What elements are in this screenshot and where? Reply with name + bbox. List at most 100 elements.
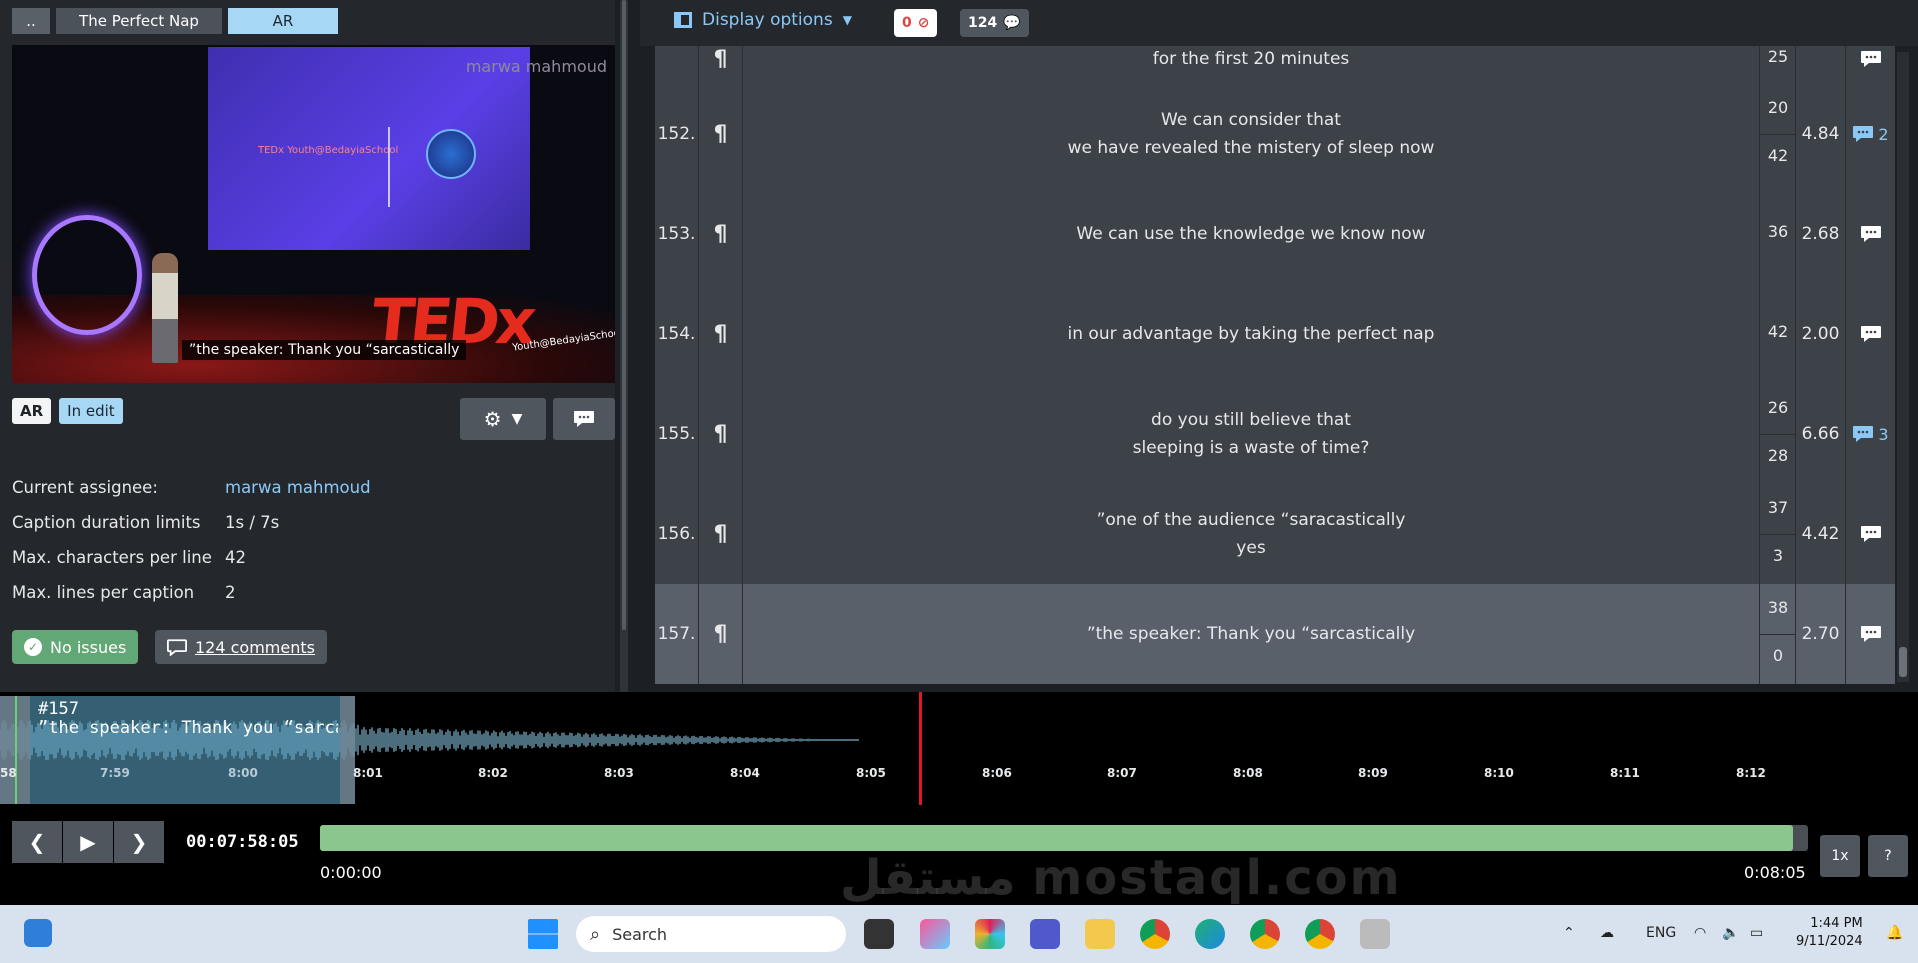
- info-label: Current assignee:: [12, 478, 158, 497]
- site-watermark: مستقل mostaql.com: [840, 850, 1402, 906]
- paragraph-icon[interactable]: ¶: [699, 184, 743, 284]
- notification-icon[interactable]: 🔔: [1886, 925, 1903, 941]
- help-button[interactable]: ?: [1868, 835, 1908, 877]
- slack-icon[interactable]: [975, 919, 1005, 949]
- caption-line[interactable]: ”one of the audience “saracastically: [1097, 506, 1406, 534]
- caption-line[interactable]: in our advantage by taking the perfect n…: [1068, 320, 1435, 348]
- paragraph-icon[interactable]: ¶: [699, 484, 743, 584]
- time-tick: 8:12: [1736, 766, 1766, 780]
- no-issues-button[interactable]: ✓ No issues: [12, 630, 139, 664]
- left-scrollbar[interactable]: [622, 0, 626, 630]
- caption-row[interactable]: 154. ¶ in our advantage by taking the perf…: [655, 284, 1895, 384]
- chevron-up-icon[interactable]: ⌃: [1563, 925, 1575, 941]
- volume-icon[interactable]: 🔈: [1722, 925, 1739, 941]
- task-view-icon[interactable]: [864, 919, 894, 949]
- badges: AR In edit: [12, 398, 123, 424]
- time-tick: 8:04: [730, 766, 760, 780]
- paragraph-icon[interactable]: ¶: [699, 384, 743, 484]
- assignee-link[interactable]: marwa mahmoud: [225, 478, 371, 497]
- cps-value: 36: [1767, 222, 1789, 241]
- taskbar-search[interactable]: ⌕ Search: [576, 916, 846, 952]
- language-indicator[interactable]: ENG: [1646, 925, 1676, 941]
- video-player[interactable]: TEDx Youth@BedayiaSchool TEDx Youth@Beda…: [12, 45, 615, 383]
- row-comment-button[interactable]: [1846, 484, 1895, 584]
- row-comment-button[interactable]: [1846, 284, 1895, 384]
- caption-row[interactable]: 155. ¶ do you still believe that sleeping i…: [655, 384, 1895, 484]
- widgets-icon[interactable]: [24, 919, 52, 947]
- info-label: Caption duration limits: [12, 513, 201, 532]
- caption-text[interactable]: We can use the knowledge we know now: [743, 184, 1760, 284]
- search-label: Search: [612, 924, 668, 944]
- clock-time: 1:44 PM: [1810, 916, 1863, 931]
- clock[interactable]: 1:44 PM 9/11/2024: [1796, 915, 1863, 951]
- caption-text[interactable]: We can consider that we have revealed the…: [743, 84, 1760, 184]
- caption-text[interactable]: do you still believe that sleeping is a w…: [743, 384, 1760, 484]
- progress-bar[interactable]: [320, 825, 1808, 851]
- caption-line[interactable]: for the first 20 minutes: [1153, 46, 1350, 73]
- edge-icon[interactable]: [1195, 919, 1225, 949]
- region-id: #157: [38, 700, 79, 719]
- paragraph-icon[interactable]: ¶: [699, 84, 743, 184]
- breadcrumb-language[interactable]: AR: [228, 8, 338, 34]
- next-button[interactable]: ❯: [114, 821, 164, 863]
- caption-row[interactable]: 156. ¶ ”one of the audience “saracasticall…: [655, 484, 1895, 584]
- comment-button[interactable]: [553, 398, 615, 440]
- row-comment-button[interactable]: [1846, 184, 1895, 284]
- wifi-icon[interactable]: ◠: [1694, 925, 1706, 941]
- time-tick: 8:02: [478, 766, 508, 780]
- info-label: Max. characters per line: [12, 548, 212, 567]
- scrollbar-thumb[interactable]: [1899, 647, 1907, 677]
- region-handle-right[interactable]: [340, 696, 355, 804]
- teams-icon[interactable]: [1030, 919, 1060, 949]
- snipping-tool-icon[interactable]: [1360, 919, 1390, 949]
- paragraph-icon[interactable]: ¶: [699, 584, 743, 684]
- caption-line[interactable]: do you still believe that: [1151, 406, 1351, 434]
- caption-line[interactable]: ”the speaker: Thank you “sarcastically: [1087, 620, 1415, 648]
- breadcrumb-up[interactable]: ..: [12, 8, 50, 34]
- row-comment-button[interactable]: [1846, 584, 1895, 684]
- display-options-button[interactable]: Display options ▼: [674, 10, 852, 30]
- row-comment-button[interactable]: 2: [1846, 84, 1895, 184]
- play-icon: ▶: [80, 830, 96, 854]
- comment-icon: [167, 638, 187, 656]
- start-icon[interactable]: [528, 919, 558, 949]
- playhead[interactable]: [919, 692, 922, 805]
- cps-value: 28: [1767, 446, 1789, 465]
- caption-line[interactable]: sleeping is a waste of time?: [1133, 434, 1370, 462]
- language-badge: AR: [12, 398, 52, 424]
- panel-splitter[interactable]: [620, 0, 628, 692]
- table-scrollbar[interactable]: [1897, 52, 1909, 682]
- breadcrumb-project[interactable]: The Perfect Nap: [56, 8, 222, 34]
- caption-line[interactable]: we have revealed the mistery of sleep no…: [1068, 134, 1435, 162]
- waveform-timeline[interactable]: #157 ”the speaker: Thank you “sarcastica…: [0, 692, 1918, 805]
- speed-button[interactable]: 1x: [1820, 835, 1860, 877]
- caption-row[interactable]: 157. ¶ ”the speaker: Thank you “sarcastica…: [655, 584, 1895, 684]
- battery-icon[interactable]: ▭: [1750, 925, 1763, 941]
- chrome-icon[interactable]: [1140, 919, 1170, 949]
- previous-button[interactable]: ❮: [12, 821, 62, 863]
- comment-count-badge[interactable]: 124 💬: [960, 9, 1029, 37]
- caption-row[interactable]: 152. ¶ We can consider that we have reveale…: [655, 84, 1895, 184]
- caption-text[interactable]: ”the speaker: Thank you “sarcastically: [743, 584, 1760, 684]
- video-subtitle: ”the speaker: Thank you “sarcastically: [182, 340, 467, 360]
- chrome-profile-icon[interactable]: [1250, 919, 1280, 949]
- caption-text[interactable]: ”one of the audience “saracastically yes: [743, 484, 1760, 584]
- caption-number: 154.: [655, 284, 699, 384]
- copilot-icon[interactable]: [920, 919, 950, 949]
- selected-caption-region[interactable]: #157 ”the speaker: Thank you “sarcastica…: [0, 696, 355, 804]
- caption-row[interactable]: 153. ¶ We can use the knowledge we know no…: [655, 184, 1895, 284]
- caption-number: 153.: [655, 184, 699, 284]
- play-button[interactable]: ▶: [63, 821, 113, 863]
- comments-button[interactable]: 124 comments: [155, 630, 327, 664]
- caption-text[interactable]: in our advantage by taking the perfect n…: [743, 284, 1760, 384]
- settings-button[interactable]: ⚙ ▼: [460, 398, 546, 440]
- chrome-profile-icon[interactable]: [1305, 919, 1335, 949]
- cloud-off-icon[interactable]: ☁: [1600, 925, 1614, 941]
- caption-line[interactable]: yes: [1236, 534, 1265, 562]
- caption-line[interactable]: We can consider that: [1161, 106, 1341, 134]
- file-explorer-icon[interactable]: [1085, 919, 1115, 949]
- row-comment-button[interactable]: 3: [1846, 384, 1895, 484]
- caption-line[interactable]: We can use the knowledge we know now: [1076, 220, 1425, 248]
- error-count-badge[interactable]: 0 ⊘: [894, 9, 938, 37]
- paragraph-icon[interactable]: ¶: [699, 284, 743, 384]
